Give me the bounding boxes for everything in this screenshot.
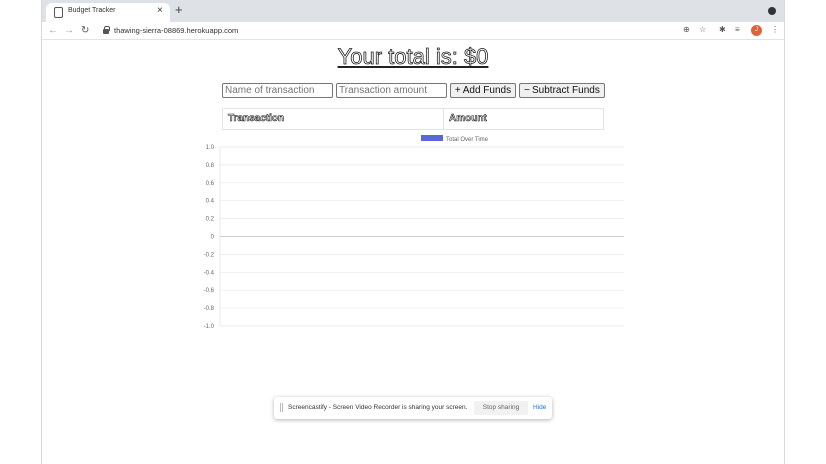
- column-header-amount: Amount: [449, 113, 487, 125]
- tab-strip: Budget Tracker × +: [42, 0, 784, 22]
- add-funds-button[interactable]: + Add Funds: [450, 83, 516, 98]
- hide-button[interactable]: Hide: [533, 404, 546, 411]
- page-icon: [54, 7, 63, 18]
- sharing-message: Screencastify - Screen Video Recorder is…: [288, 404, 468, 411]
- back-icon[interactable]: ←: [48, 25, 58, 36]
- stop-sharing-button[interactable]: Stop sharing: [474, 401, 528, 415]
- y-tick-label: 0: [211, 235, 215, 241]
- y-tick-label: 1.0: [206, 145, 215, 151]
- y-tick-label: -0.8: [204, 306, 215, 312]
- y-tick-label: 0.4: [206, 199, 215, 205]
- reload-icon[interactable]: ↻: [81, 25, 89, 36]
- browser-window: Budget Tracker × + ← → ↻ thawing-sierra-…: [42, 0, 784, 464]
- transaction-amount-input[interactable]: [336, 83, 447, 98]
- tab-title: Budget Tracker: [68, 7, 116, 14]
- address-bar[interactable]: thawing-sierra-08869.herokuapp.com: [114, 26, 238, 35]
- lock-icon[interactable]: [103, 26, 110, 34]
- subtract-funds-label: Subtract Funds: [532, 85, 600, 96]
- tab-close-icon[interactable]: ×: [157, 5, 163, 16]
- window-close-icon[interactable]: [768, 7, 776, 15]
- new-tab-icon[interactable]: +: [175, 3, 183, 17]
- screen: Budget Tracker × + ← → ↻ thawing-sierra-…: [0, 0, 826, 464]
- column-header-transaction: Transaction: [223, 109, 444, 129]
- y-tick-label: -1.0: [204, 324, 215, 330]
- drag-handle-icon[interactable]: [280, 403, 283, 412]
- screencastify-sharing-bar: Screencastify - Screen Video Recorder is…: [274, 397, 552, 419]
- menu-icon[interactable]: ⋮: [771, 25, 779, 35]
- transactions-table: Transaction Amount: [222, 108, 604, 130]
- y-tick-label: -0.2: [204, 252, 215, 258]
- plus-icon: +: [454, 85, 461, 96]
- total-over-time-chart: Total Over Time 1.0 0.8 0.6 0.4 0.2 0 -0.2 -0.4 -…: [172, 130, 642, 340]
- profile-avatar[interactable]: J: [751, 25, 762, 36]
- add-funds-label: Add Funds: [462, 85, 512, 96]
- legend-label[interactable]: Total Over Time: [446, 137, 489, 143]
- y-tick-label: 0.8: [206, 163, 215, 169]
- y-tick-label: -0.6: [204, 288, 215, 294]
- transaction-name-input[interactable]: [222, 83, 333, 98]
- y-tick-label: 0.6: [206, 181, 215, 187]
- star-icon[interactable]: ☆: [699, 25, 706, 35]
- chart-svg: Total Over Time 1.0 0.8 0.6 0.4 0.2 0 -0.2 -0.4 -…: [204, 135, 624, 330]
- desktop-right: [784, 0, 826, 464]
- desktop-left: [0, 0, 42, 464]
- install-icon[interactable]: ⊕: [683, 25, 690, 35]
- reading-list-icon[interactable]: ≡: [735, 25, 740, 35]
- subtract-funds-button[interactable]: − Subtract Funds: [519, 83, 605, 98]
- forward-icon[interactable]: →: [64, 25, 74, 36]
- extensions-icon[interactable]: ✱: [719, 25, 726, 35]
- y-tick-label: 0.2: [206, 217, 215, 223]
- legend-swatch[interactable]: [421, 135, 443, 141]
- total-heading: Your total is: $0: [337, 44, 489, 70]
- browser-toolbar: ← → ↻ thawing-sierra-08869.herokuapp.com…: [42, 22, 784, 40]
- tab-budget-tracker[interactable]: Budget Tracker ×: [46, 3, 170, 22]
- minus-icon: −: [524, 85, 531, 96]
- y-tick-label: -0.4: [204, 270, 215, 276]
